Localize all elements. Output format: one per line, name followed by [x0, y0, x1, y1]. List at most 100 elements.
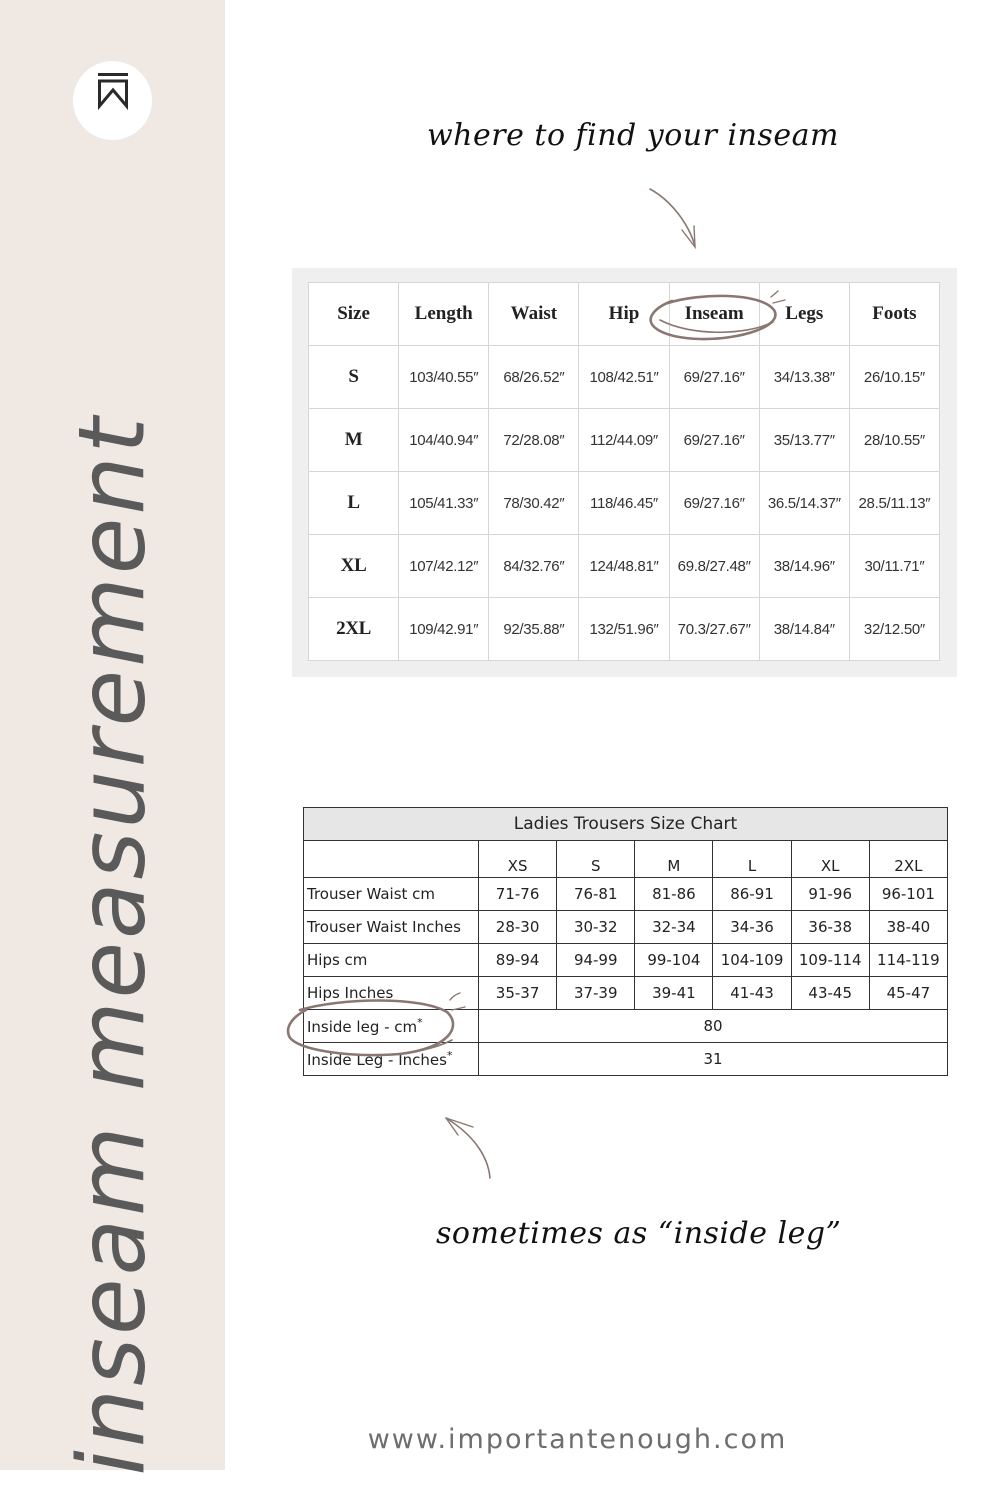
- row-label-text: Inside Leg - Inches: [307, 1051, 447, 1069]
- range-cell: 43-45: [790, 976, 870, 1010]
- size-label-cell: XL: [307, 534, 400, 598]
- range-cell: 30-32: [556, 910, 636, 944]
- range-cell: 39-41: [634, 976, 714, 1010]
- range-cell: 76-81: [556, 877, 636, 911]
- row-label: Trouser Waist Inches: [303, 910, 479, 944]
- range-cell: 32-34: [634, 910, 714, 944]
- range-cell: 94-99: [556, 943, 636, 977]
- measurement-cell: 109/42.91″: [398, 597, 490, 661]
- inside-leg-row: Inside Leg - Inches* 31: [303, 1042, 948, 1076]
- measurement-cell: 78/30.42″: [488, 471, 580, 535]
- header-waist: Waist: [488, 282, 580, 346]
- size-chart-row: L 105/41.33″ 78/30.42″ 118/46.45″ 69/27.16″ 3…: [307, 471, 941, 535]
- header-legs: Legs: [758, 282, 850, 346]
- measurement-cell: 132/51.96″: [578, 597, 670, 661]
- header-foots: Foots: [848, 282, 941, 346]
- measurement-cell: 118/46.45″: [578, 471, 670, 535]
- bookmark-w-icon: [98, 73, 128, 111]
- size-header: S: [556, 840, 636, 878]
- size-header: XS: [477, 840, 558, 878]
- measurement-cell: 26/10.15″: [848, 345, 941, 409]
- range-cell: 91-96: [790, 877, 870, 911]
- row-label-text: Inside leg - cm: [307, 1018, 418, 1036]
- footnote-asterisk: *: [417, 1016, 423, 1029]
- measurement-cell: 69.8/27.48″: [668, 534, 760, 598]
- measurement-cell: 112/44.09″: [578, 408, 670, 472]
- arrow-up-icon: [445, 1117, 491, 1179]
- size-header: 2XL: [868, 840, 949, 878]
- chart-title: Ladies Trousers Size Chart: [303, 807, 948, 841]
- measurement-cell: 28.5/11.13″: [848, 471, 941, 535]
- measurement-cell: 38/14.96″: [758, 534, 850, 598]
- range-cell: 114-119: [868, 943, 949, 977]
- range-cell: 41-43: [712, 976, 792, 1010]
- range-cell: 109-114: [790, 943, 870, 977]
- range-cell: 35-37: [477, 976, 558, 1010]
- measurement-cell: 32/12.50″: [848, 597, 941, 661]
- arrow-down-icon: [649, 188, 696, 247]
- website-url[interactable]: www.importantenough.com: [0, 1424, 1000, 1455]
- measurement-cell: 38/14.84″: [758, 597, 850, 661]
- measurement-cell: 124/48.81″: [578, 534, 670, 598]
- size-header: L: [712, 840, 792, 878]
- empty-corner-cell: [303, 840, 479, 878]
- measurement-cell: 104/40.94″: [398, 408, 490, 472]
- size-label-cell: L: [307, 471, 400, 535]
- measurement-cell: 69/27.16″: [668, 471, 760, 535]
- merged-value-cell: 31: [478, 1042, 948, 1076]
- size-chart-header-row: Size Length Waist Hip Inseam Legs Foots: [307, 282, 941, 346]
- measurement-cell: 69/27.16″: [668, 408, 760, 472]
- chart-title-row: Ladies Trousers Size Chart: [303, 807, 948, 841]
- row-label: Inside Leg - Inches*: [303, 1042, 479, 1076]
- footnote-asterisk: *: [446, 1049, 453, 1062]
- size-header: M: [634, 840, 714, 878]
- size-label-cell: S: [307, 345, 400, 409]
- range-cell: 37-39: [556, 976, 636, 1010]
- range-cell: 96-101: [868, 877, 949, 911]
- size-chart-row: M 104/40.94″ 72/28.08″ 112/44.09″ 69/27.16″ 3…: [307, 408, 941, 472]
- range-cell: 99-104: [634, 943, 714, 977]
- measurement-cell: 68/26.52″: [488, 345, 580, 409]
- row-label: Hips cm: [303, 943, 479, 977]
- header-hip: Hip: [578, 282, 670, 346]
- measurement-cell: 108/42.51″: [578, 345, 670, 409]
- measurement-cell: 35/13.77″: [758, 408, 850, 472]
- range-cell: 89-94: [477, 943, 558, 977]
- size-header-row: XS S M L XL 2XL: [303, 840, 949, 878]
- row-label: Trouser Waist cm: [303, 877, 479, 911]
- range-cell: 45-47: [868, 976, 949, 1010]
- merged-value-cell: 80: [478, 1009, 948, 1043]
- size-header: XL: [790, 840, 870, 878]
- header-inseam: Inseam: [668, 282, 760, 346]
- measurement-cell: 103/40.55″: [398, 345, 490, 409]
- size-chart-row: 2XL 109/42.91″ 92/35.88″ 132/51.96″ 70.3/27.…: [307, 597, 941, 661]
- range-cell: 38-40: [868, 910, 949, 944]
- size-label-cell: M: [307, 408, 400, 472]
- measurement-cell: 84/32.76″: [488, 534, 580, 598]
- row-label: Hips Inches: [303, 976, 479, 1010]
- row-label: Inside leg - cm*: [303, 1009, 479, 1043]
- measurement-cell: 72/28.08″: [488, 408, 580, 472]
- vertical-page-title: inseam measurement: [58, 414, 166, 1476]
- measurement-cell: 30/11.71″: [848, 534, 941, 598]
- range-cell: 86-91: [712, 877, 792, 911]
- range-cell: 81-86: [634, 877, 714, 911]
- range-cell: 71-76: [477, 877, 558, 911]
- size-chart-row: S 103/40.55″ 68/26.52″ 108/42.51″ 69/27.16″ 3…: [307, 345, 941, 409]
- measurement-cell: 107/42.12″: [398, 534, 490, 598]
- measurement-cell: 34/13.38″: [758, 345, 850, 409]
- sidebar: inseam measurement: [0, 0, 225, 1476]
- measurement-row: Trouser Waist cm 71-76 76-81 81-86 86-91 91-9…: [303, 877, 949, 911]
- measurement-cell: 28/10.55″: [848, 408, 941, 472]
- annotation-where-to-find: where to find your inseam: [427, 118, 839, 153]
- header-length: Length: [398, 282, 490, 346]
- measurement-cell: 105/41.33″: [398, 471, 490, 535]
- measurement-row: Trouser Waist Inches 28-30 30-32 32-34 34-36…: [303, 910, 949, 944]
- range-cell: 34-36: [712, 910, 792, 944]
- measurement-cell: 92/35.88″: [488, 597, 580, 661]
- range-cell: 104-109: [712, 943, 792, 977]
- annotation-inside-leg: sometimes as “inside leg”: [436, 1216, 842, 1251]
- range-cell: 36-38: [790, 910, 870, 944]
- brand-logo[interactable]: [73, 61, 152, 140]
- measurement-cell: 69/27.16″: [668, 345, 760, 409]
